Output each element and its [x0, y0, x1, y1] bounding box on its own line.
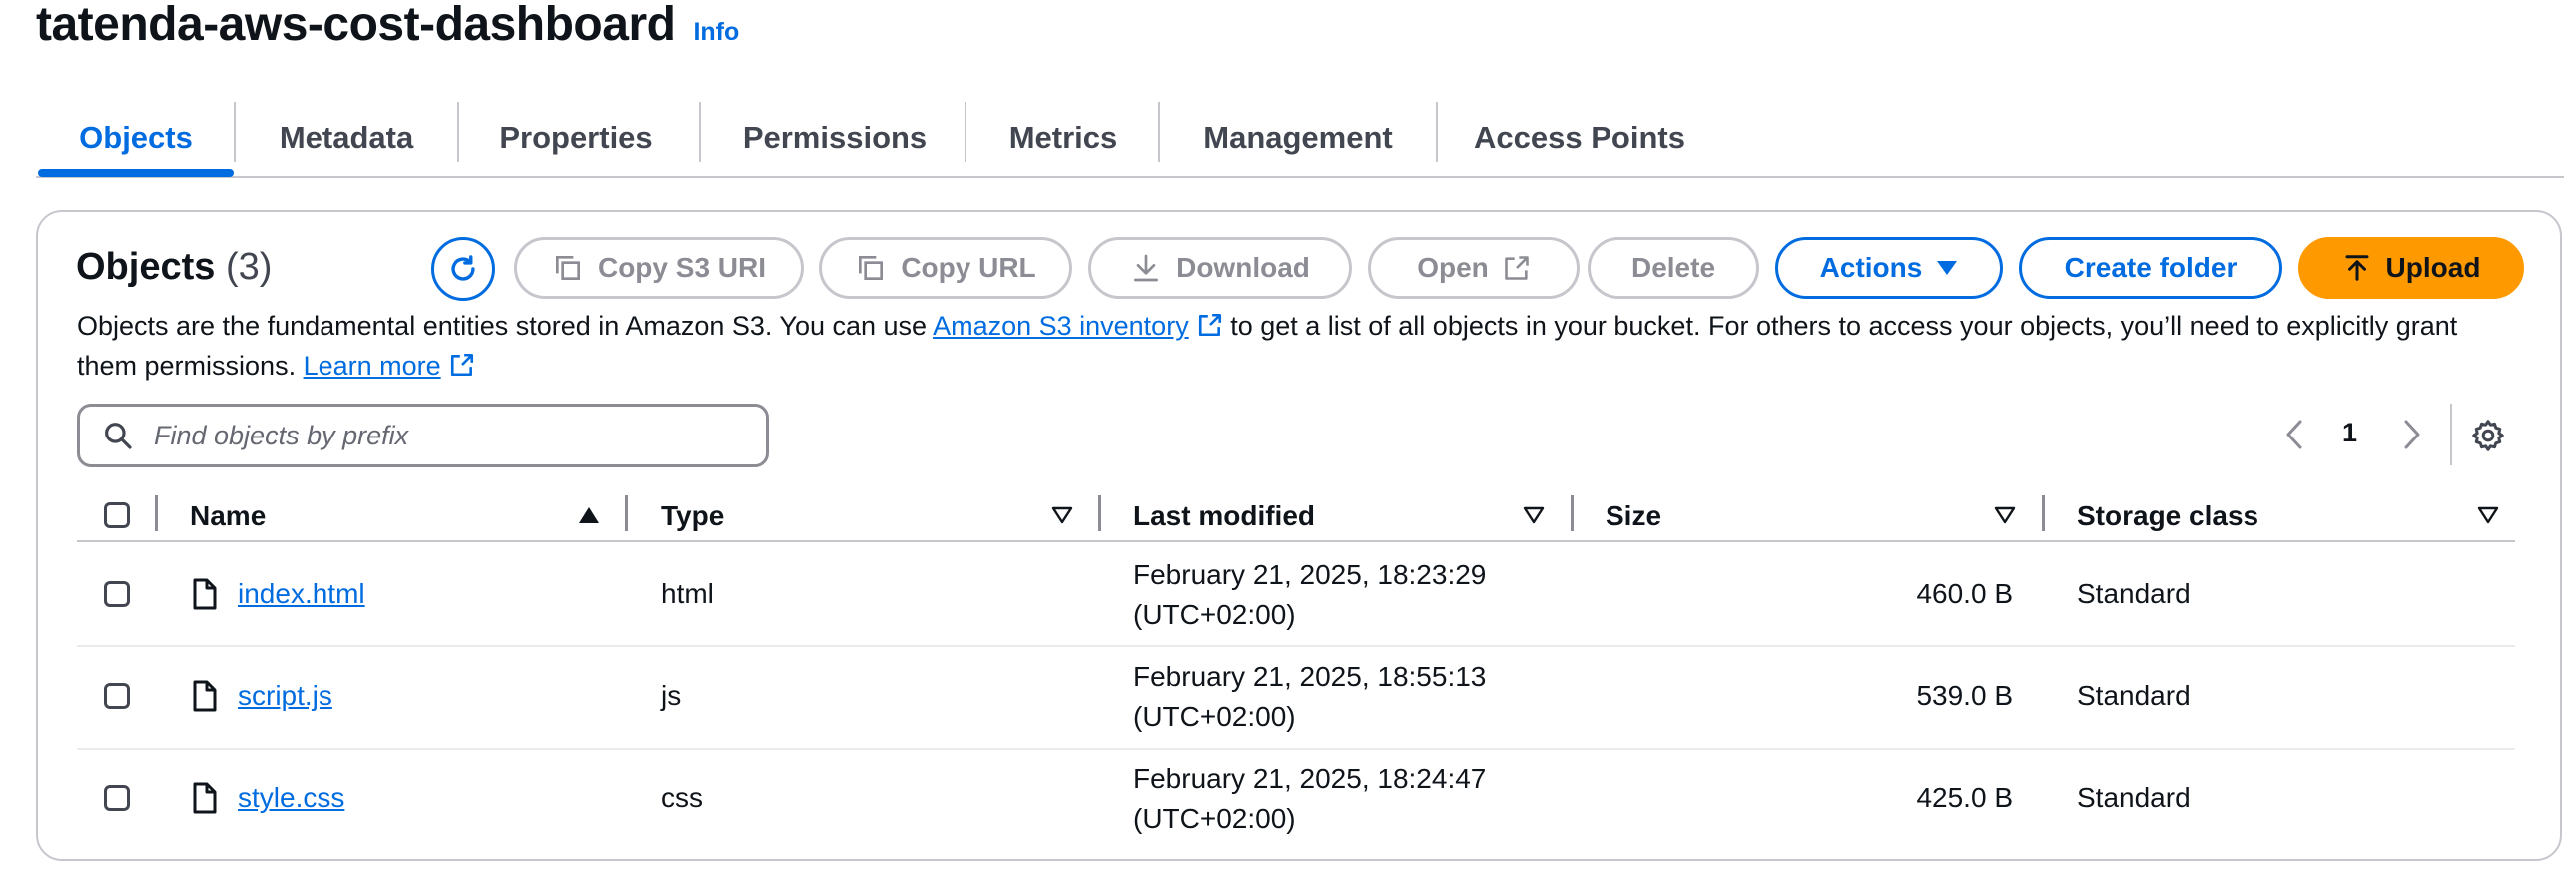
object-name-link[interactable]: script.js: [238, 676, 332, 716]
page-title: tatenda-aws-cost-dashboard: [36, 0, 676, 51]
description-text: Objects are the fundamental entities sto…: [77, 311, 934, 341]
sort-icon[interactable]: [1522, 505, 1546, 525]
download-icon: [1134, 254, 1159, 282]
search-box[interactable]: [77, 404, 769, 467]
table-header-divider: [77, 540, 2515, 542]
column-separator: [1571, 495, 1574, 531]
refresh-button[interactable]: [431, 237, 495, 301]
file-icon: [193, 782, 217, 814]
open-button[interactable]: Open: [1368, 237, 1580, 299]
copy-icon: [555, 256, 580, 280]
column-separator: [1098, 495, 1101, 531]
copy-icon: [859, 256, 884, 280]
copy-url-label: Copy URL: [901, 252, 1036, 283]
row-checkbox[interactable]: [104, 785, 130, 811]
column-header-last-modified[interactable]: Last modified: [1133, 495, 1315, 537]
row-divider: [77, 748, 2515, 750]
external-link-icon: [450, 353, 473, 377]
delete-label: Delete: [1630, 252, 1716, 283]
column-separator: [155, 495, 158, 531]
s3-inventory-link[interactable]: Amazon S3 inventory: [933, 311, 1189, 341]
object-storage-class: Standard: [2077, 578, 2191, 609]
bucket-header: tatenda-aws-cost-dashboard Info: [36, 0, 739, 50]
object-type: html: [661, 578, 714, 609]
objects-description: Objects are the fundamental entities sto…: [77, 306, 2513, 386]
chevron-left-icon[interactable]: [2280, 418, 2310, 451]
tab-metadata[interactable]: Metadata: [236, 100, 457, 176]
external-link-icon: [1504, 256, 1529, 280]
object-size: 460.0 B: [1916, 578, 2013, 609]
tab-bar: Objects Metadata Properties Permissions …: [36, 100, 2564, 178]
external-link-icon: [1198, 313, 1221, 337]
info-link[interactable]: Info: [693, 18, 739, 47]
gear-icon[interactable]: [2470, 418, 2506, 453]
object-name-link[interactable]: style.css: [238, 778, 344, 818]
tab-objects[interactable]: Objects: [36, 100, 236, 176]
tab-access-points[interactable]: Access Points: [1438, 100, 1721, 176]
row-checkbox[interactable]: [104, 581, 130, 607]
copy-s3-uri-button[interactable]: Copy S3 URI: [514, 237, 804, 299]
object-size: 425.0 B: [1916, 782, 2013, 813]
objects-heading: Objects (3): [76, 242, 272, 292]
object-last-modified-tz: (UTC+02:00): [1133, 599, 1296, 630]
object-type: css: [661, 782, 703, 813]
object-type: js: [661, 680, 682, 711]
column-header-type[interactable]: Type: [661, 495, 724, 537]
select-all-checkbox[interactable]: [104, 502, 130, 528]
actions-dropdown[interactable]: Actions: [1775, 237, 2003, 299]
object-last-modified-date: February 21, 2025, 18:55:13: [1133, 661, 1487, 692]
search-icon: [102, 420, 134, 451]
chevron-right-icon[interactable]: [2396, 418, 2426, 451]
row-divider: [77, 645, 2515, 647]
download-label: Download: [1176, 252, 1310, 283]
delete-button[interactable]: Delete: [1588, 237, 1759, 299]
actions-label: Actions: [1819, 252, 1923, 283]
refresh-icon: [451, 255, 475, 281]
tab-management[interactable]: Management: [1160, 100, 1436, 176]
copy-url-button[interactable]: Copy URL: [819, 237, 1072, 299]
copy-s3-uri-label: Copy S3 URI: [597, 252, 767, 283]
open-label: Open: [1417, 252, 1489, 283]
column-separator: [2042, 495, 2045, 531]
sort-icon[interactable]: [1993, 505, 2017, 525]
object-last-modified-tz: (UTC+02:00): [1133, 803, 1296, 834]
search-input[interactable]: [152, 419, 715, 452]
file-icon: [193, 578, 217, 610]
row-checkbox[interactable]: [104, 683, 130, 709]
active-tab-indicator: [38, 169, 234, 177]
tab-metrics[interactable]: Metrics: [966, 100, 1160, 176]
column-header-size[interactable]: Size: [1606, 495, 1661, 537]
object-last-modified-tz: (UTC+02:00): [1133, 701, 1296, 732]
tab-properties[interactable]: Properties: [459, 100, 693, 176]
upload-button[interactable]: Upload: [2298, 237, 2524, 299]
upload-label: Upload: [2385, 252, 2481, 283]
create-folder-button[interactable]: Create folder: [2019, 237, 2282, 299]
upload-icon: [2345, 255, 2369, 281]
object-size: 539.0 B: [1916, 680, 2013, 711]
objects-heading-label: Objects: [76, 246, 216, 288]
page-number[interactable]: 1: [2342, 418, 2357, 448]
pager-divider: [2450, 404, 2452, 465]
file-icon: [193, 680, 217, 712]
column-separator: [625, 495, 628, 531]
tab-permissions[interactable]: Permissions: [701, 100, 968, 176]
object-last-modified-date: February 21, 2025, 18:23:29: [1133, 559, 1487, 590]
learn-more-link[interactable]: Learn more: [304, 351, 441, 381]
object-name-link[interactable]: index.html: [238, 574, 365, 614]
caret-down-icon: [1937, 261, 1958, 275]
download-button[interactable]: Download: [1088, 237, 1352, 299]
sort-icon[interactable]: [1050, 505, 1074, 525]
column-header-name[interactable]: Name: [190, 495, 266, 537]
column-header-storage-class[interactable]: Storage class: [2077, 495, 2258, 537]
sort-ascending-icon[interactable]: [577, 505, 601, 525]
objects-count: (3): [225, 246, 273, 288]
object-storage-class: Standard: [2077, 680, 2191, 711]
object-storage-class: Standard: [2077, 782, 2191, 813]
object-last-modified-date: February 21, 2025, 18:24:47: [1133, 763, 1487, 794]
sort-icon[interactable]: [2476, 505, 2500, 525]
create-folder-label: Create folder: [2064, 252, 2238, 283]
